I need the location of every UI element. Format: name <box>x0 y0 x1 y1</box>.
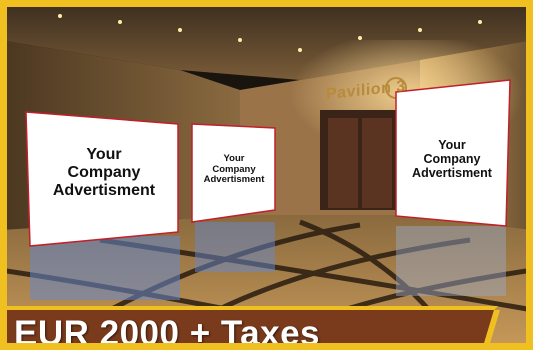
venue-photo: Pavilion 3 Your Company Advertisment You… <box>0 0 533 350</box>
floor-reflection <box>30 236 180 300</box>
floor-reflection <box>396 226 506 296</box>
ad-text-center: Your Company Advertisment <box>203 153 265 186</box>
floor-reflection <box>195 222 275 272</box>
price-banner-top-edge <box>0 306 498 310</box>
ad-text-left: Your Company Advertisment <box>52 146 156 199</box>
price-label: EUR 2000 + Taxes <box>14 314 321 350</box>
ad-text-right: Your Company Advertisment <box>412 138 492 180</box>
